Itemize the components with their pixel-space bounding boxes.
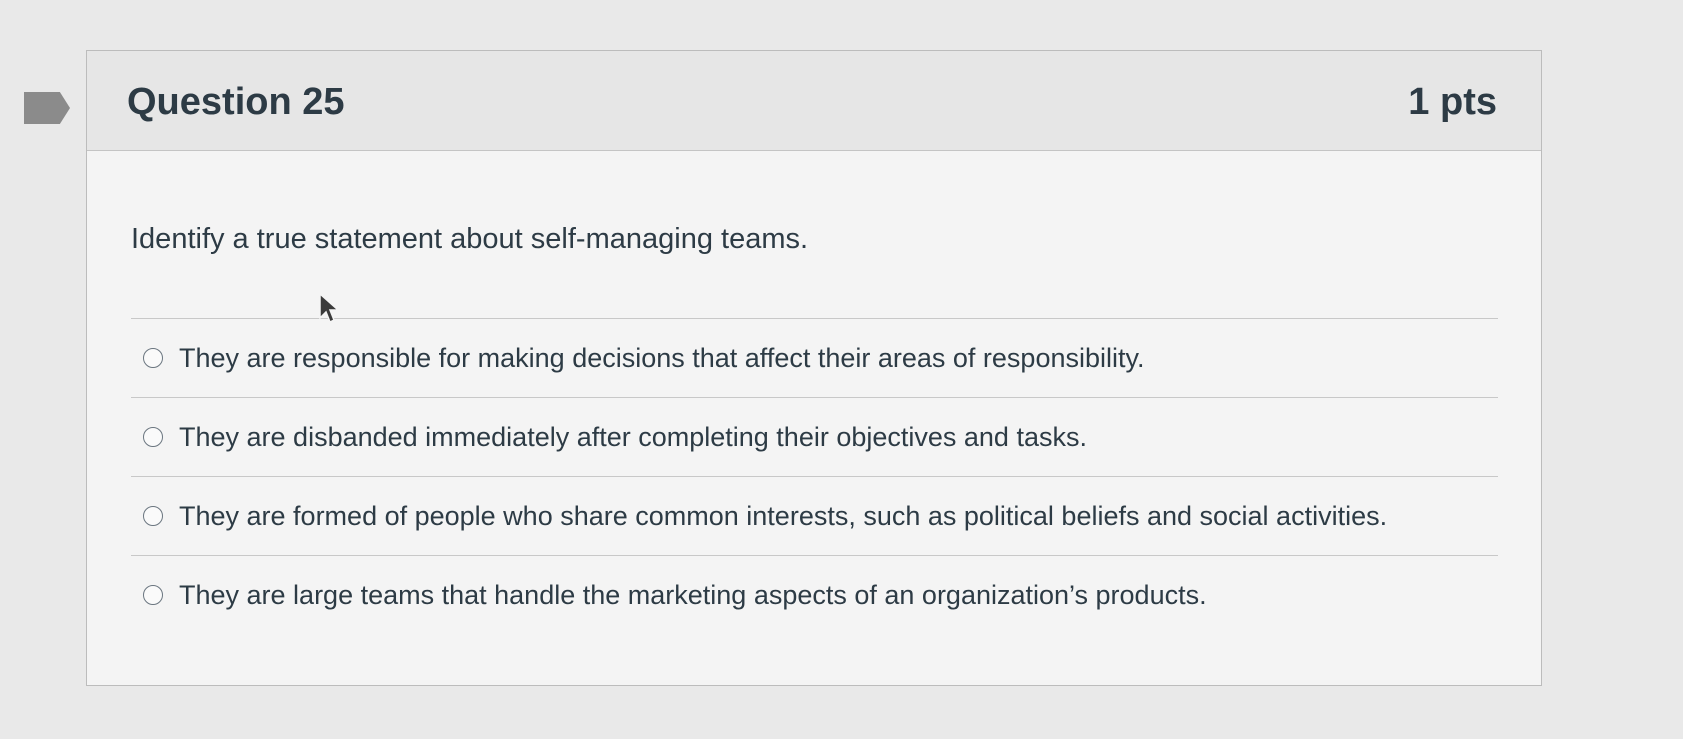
question-card: Question 25 1 pts Identify a true statem… xyxy=(86,50,1542,686)
question-points: 1 pts xyxy=(1408,81,1497,123)
answer-option-1[interactable]: They are responsible for making decision… xyxy=(131,318,1498,397)
question-title: Question 25 xyxy=(127,81,345,123)
question-header: Question 25 1 pts xyxy=(87,51,1541,151)
radio-button-icon[interactable] xyxy=(143,585,163,605)
flag-question-icon[interactable] xyxy=(24,92,70,124)
answer-label[interactable]: They are responsible for making decision… xyxy=(179,343,1145,374)
radio-button-icon[interactable] xyxy=(143,427,163,447)
answer-option-2[interactable]: They are disbanded immediately after com… xyxy=(131,397,1498,476)
answer-option-4[interactable]: They are large teams that handle the mar… xyxy=(131,555,1498,634)
answer-label[interactable]: They are formed of people who share comm… xyxy=(179,501,1387,532)
mouse-cursor-icon xyxy=(319,292,340,324)
answer-label[interactable]: They are disbanded immediately after com… xyxy=(179,422,1087,453)
radio-button-icon[interactable] xyxy=(143,348,163,368)
answer-list: They are responsible for making decision… xyxy=(131,318,1498,634)
answer-option-3[interactable]: They are formed of people who share comm… xyxy=(131,476,1498,555)
answer-label[interactable]: They are large teams that handle the mar… xyxy=(179,580,1207,611)
radio-button-icon[interactable] xyxy=(143,506,163,526)
question-prompt: Identify a true statement about self-man… xyxy=(131,223,809,255)
